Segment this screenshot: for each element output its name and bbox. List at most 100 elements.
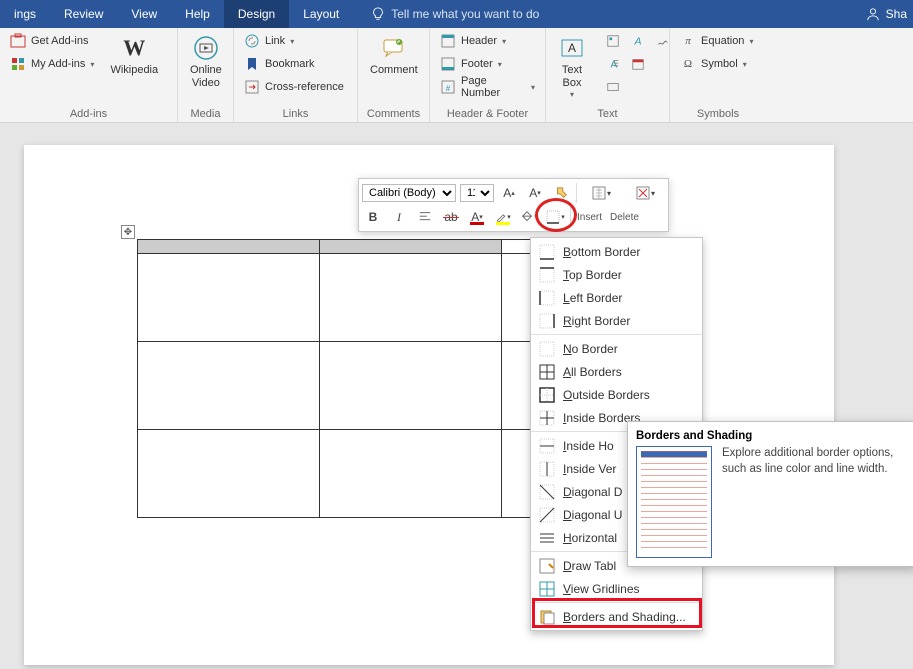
group-header-footer: Header Footer # Page Number Header & Foo…	[430, 28, 546, 122]
font-select[interactable]: Calibri (Body)	[362, 184, 456, 202]
link-icon	[244, 33, 260, 49]
grow-font-button[interactable]: A▴	[498, 182, 520, 204]
insert-label: Insert	[575, 212, 604, 223]
svg-text:#: #	[446, 84, 451, 93]
bold-button[interactable]: B	[362, 206, 384, 228]
menu-item-gridlines[interactable]: View Gridlines	[531, 577, 702, 600]
shading-button[interactable]: ▾	[518, 206, 540, 228]
bookmark-icon	[244, 56, 260, 72]
group-links: Link ▾ Bookmark Cross-reference Links	[234, 28, 358, 122]
symbol-button[interactable]: Ω Symbol	[676, 53, 757, 75]
tab-help[interactable]: Help	[171, 0, 224, 28]
tab-view[interactable]: View	[117, 0, 171, 28]
equation-button[interactable]: π Equation	[676, 30, 757, 52]
borders-split-button[interactable]: ▾	[544, 206, 566, 228]
online-video-button[interactable]: Online Video	[184, 30, 228, 94]
table-cell[interactable]	[320, 342, 502, 430]
wikipedia-button[interactable]: W Wikipedia	[104, 30, 164, 81]
tab-layout[interactable]: Layout	[289, 0, 353, 28]
tab-design[interactable]: Design	[224, 0, 289, 28]
border-top-icon	[539, 267, 555, 283]
shrink-font-button[interactable]: A▾	[524, 182, 546, 204]
format-painter-button[interactable]	[550, 182, 572, 204]
border-right-icon	[539, 313, 555, 329]
group-comments: Comment Comments	[358, 28, 430, 122]
tab-truncated[interactable]: ings	[0, 0, 50, 28]
menu-item-border-all[interactable]: All Borders	[531, 360, 702, 383]
tell-me-search[interactable]: Tell me what you want to do	[353, 7, 539, 21]
footer-icon	[440, 56, 456, 72]
comment-button[interactable]: Comment	[364, 30, 424, 81]
menu-item-label: Draw Tabl	[563, 559, 616, 573]
svg-text:A: A	[568, 41, 576, 55]
group-label: Links	[240, 108, 351, 122]
menu-item-border-top[interactable]: Top Border	[531, 263, 702, 286]
border-bottom-icon	[539, 244, 555, 260]
object-button[interactable]	[602, 76, 624, 98]
link-button[interactable]: Link ▾	[240, 30, 348, 52]
menu-item-border-none[interactable]: No Border	[531, 337, 702, 360]
table-cell[interactable]	[320, 430, 502, 518]
table-cell[interactable]	[138, 240, 320, 254]
my-addins-button[interactable]: My Add-ins ▾	[6, 53, 98, 75]
bookmark-button[interactable]: Bookmark	[240, 53, 348, 75]
align-button[interactable]	[414, 206, 436, 228]
group-label: Add-ins	[6, 108, 171, 122]
table-cell[interactable]	[320, 254, 502, 342]
border-hz-icon	[539, 530, 555, 546]
menu-item-label: No Border	[563, 342, 618, 356]
table-cell[interactable]	[320, 240, 502, 254]
highlight-button[interactable]: ▾	[492, 206, 514, 228]
delete-label: Delete	[608, 212, 641, 223]
date-time-button[interactable]	[627, 53, 649, 75]
font-color-button[interactable]: A▾	[466, 206, 488, 228]
header-button[interactable]: Header	[436, 30, 539, 52]
svg-text:A: A	[633, 36, 641, 48]
border-all-icon	[539, 364, 555, 380]
user-name: Sha	[886, 7, 907, 21]
menu-item-label: Outside Borders	[563, 388, 650, 402]
italic-button[interactable]: I	[388, 206, 410, 228]
menu-item-border-outside[interactable]: Outside Borders	[531, 383, 702, 406]
border-none-icon	[539, 341, 555, 357]
table-cell[interactable]	[138, 430, 320, 518]
border-diag-u-icon	[539, 507, 555, 523]
page-number-button[interactable]: # Page Number	[436, 76, 539, 98]
wordart-button[interactable]: A	[627, 30, 649, 52]
user-icon	[866, 7, 880, 21]
text-box-button[interactable]: A Text Box▾	[552, 30, 592, 104]
menu-item-border-right[interactable]: Right Border	[531, 309, 702, 332]
menu-item-label: Top Border	[563, 268, 622, 282]
group-media: Online Video Media	[178, 28, 234, 122]
screentip-thumbnail	[636, 446, 712, 558]
group-label: Text	[552, 108, 663, 122]
menu-item-border-left[interactable]: Left Border	[531, 286, 702, 309]
strikethrough-button[interactable]: ab	[440, 206, 462, 228]
group-label: Header & Footer	[436, 108, 539, 122]
video-icon	[192, 34, 220, 62]
ribbon: Get Add-ins My Add-ins ▾ W Wikipedia Add…	[0, 28, 913, 123]
tab-review[interactable]: Review	[50, 0, 117, 28]
quick-parts-button[interactable]	[602, 30, 624, 52]
cross-reference-button[interactable]: Cross-reference	[240, 76, 348, 98]
footer-button[interactable]: Footer	[436, 53, 539, 75]
font-size-select[interactable]: 11	[460, 184, 494, 202]
dropcap-button[interactable]: A	[602, 53, 624, 75]
user-account[interactable]: Sha	[866, 7, 913, 21]
border-iv-icon	[539, 461, 555, 477]
delete-split-button[interactable]: ▾	[625, 182, 665, 204]
group-text: A Text Box▾ A A Text	[546, 28, 670, 122]
tab-strip: ings Review View Help Design Layout Tell…	[0, 0, 913, 28]
insert-split-button[interactable]: ▾	[581, 182, 621, 204]
group-label: Media	[184, 108, 227, 122]
get-addins-button[interactable]: Get Add-ins	[6, 30, 98, 52]
table-cell[interactable]	[138, 342, 320, 430]
table-cell[interactable]	[138, 254, 320, 342]
symbol-icon: Ω	[680, 56, 696, 72]
group-label: Comments	[364, 108, 423, 122]
comment-icon	[380, 34, 408, 62]
menu-item-label: Bottom Border	[563, 245, 640, 259]
menu-item-border-bottom[interactable]: Bottom Border	[531, 240, 702, 263]
border-left-icon	[539, 290, 555, 306]
table-move-handle[interactable]: ✥	[121, 225, 135, 239]
